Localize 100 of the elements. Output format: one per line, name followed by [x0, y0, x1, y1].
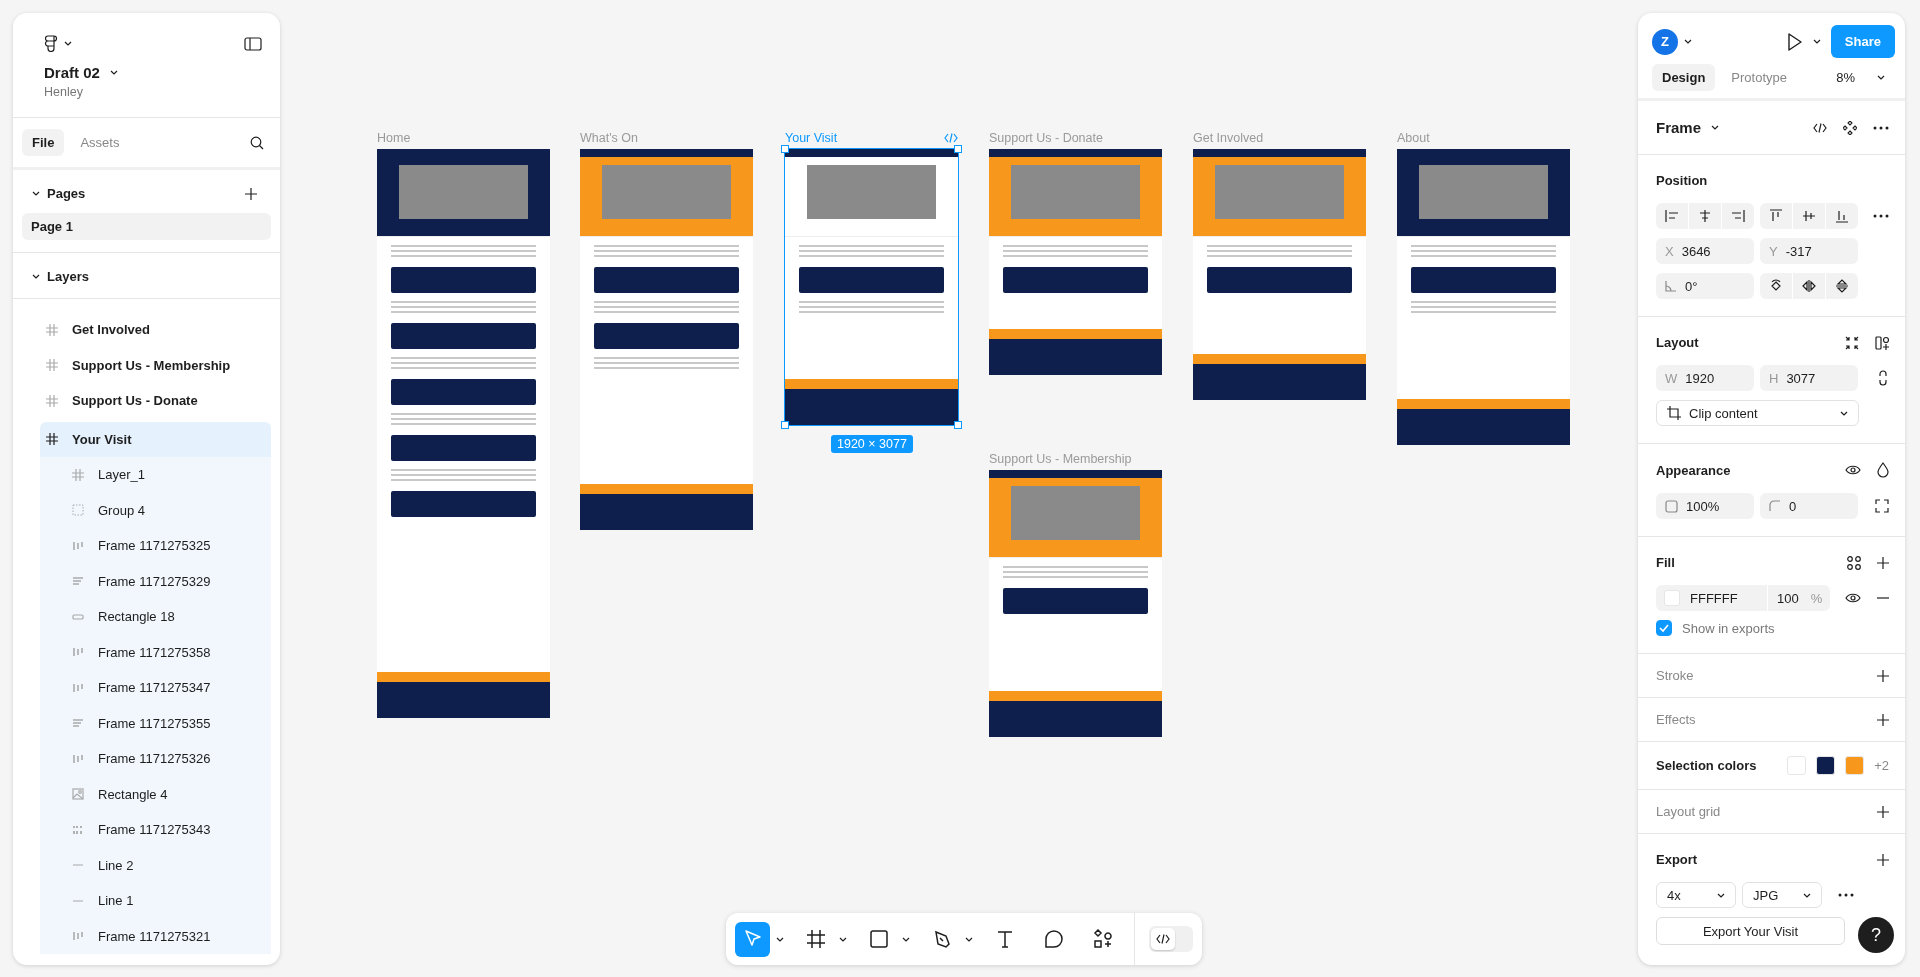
page-thumbnail-drawing[interactable]: [580, 149, 753, 530]
plus-icon[interactable]: [245, 187, 257, 200]
export-button[interactable]: Export Your Visit: [1656, 917, 1845, 945]
main-menu-button[interactable]: [44, 35, 72, 52]
align-middle-button[interactable]: [1793, 203, 1825, 229]
page-thumbnail-drawing[interactable]: [989, 149, 1162, 375]
panel-tab[interactable]: Prototype: [1721, 64, 1797, 91]
eye-icon[interactable]: [1845, 464, 1861, 476]
layer-item[interactable]: Frame 1171275321: [40, 918, 271, 954]
page-thumbnail-drawing[interactable]: [989, 470, 1162, 737]
layer-item[interactable]: Support Us - Membership: [40, 350, 271, 380]
plus-icon[interactable]: [1877, 805, 1889, 818]
zoom-dropdown[interactable]: 8%: [1836, 70, 1895, 85]
layer-item[interactable]: Frame 1171275326: [40, 741, 271, 777]
more-icon[interactable]: [1873, 214, 1889, 218]
layer-item[interactable]: Line 1: [40, 883, 271, 919]
layer-item[interactable]: Frame 1171275343: [40, 812, 271, 848]
panel-tab[interactable]: File: [22, 129, 65, 156]
chevron-down-icon[interactable]: [839, 936, 847, 942]
file-name-button[interactable]: Draft 02: [44, 64, 262, 81]
plus-icon[interactable]: [1877, 853, 1889, 866]
group-layer-icon: [72, 504, 84, 517]
align-top-button[interactable]: [1760, 203, 1792, 229]
plus-icon[interactable]: [1877, 556, 1889, 569]
drop-icon[interactable]: [1877, 462, 1889, 478]
play-icon[interactable]: [1786, 32, 1803, 51]
avatar[interactable]: Z: [1652, 28, 1678, 55]
x-field[interactable]: X 3646: [1656, 238, 1754, 264]
flip-vertical-button[interactable]: [1826, 273, 1858, 299]
align-right-button[interactable]: [1722, 203, 1754, 229]
corners-icon[interactable]: [1875, 499, 1889, 513]
page-thumbnail-drawing[interactable]: [377, 149, 550, 718]
layer-item[interactable]: Frame 1171275325: [40, 528, 271, 564]
section-title: Appearance: [1656, 462, 1731, 478]
export-format-dropdown[interactable]: JPG: [1742, 882, 1822, 908]
opacity-field[interactable]: 100%: [1656, 493, 1754, 519]
color-hex-field[interactable]: FFFFFF: [1656, 585, 1768, 611]
layer-type-dropdown[interactable]: Frame: [1656, 119, 1720, 136]
move-tool-button[interactable]: [735, 921, 770, 957]
more-icon[interactable]: [1838, 893, 1854, 897]
color-swatch[interactable]: [1845, 756, 1865, 775]
layer-item[interactable]: Rectangle 4: [40, 776, 271, 812]
layer-item[interactable]: Get Involved: [40, 315, 271, 344]
clip-content-dropdown[interactable]: Clip content: [1656, 400, 1859, 426]
layer-item[interactable]: Group 4: [40, 492, 271, 528]
eye-icon[interactable]: [1845, 592, 1861, 604]
flip-horizontal-button[interactable]: [1793, 273, 1825, 299]
rotate-button[interactable]: [1760, 273, 1792, 299]
layer-item[interactable]: Support Us - Donate: [40, 386, 271, 415]
layer-item[interactable]: Frame 1171275358: [40, 634, 271, 670]
sidebar-toggle-icon[interactable]: [244, 36, 262, 51]
layer-item[interactable]: Line 2: [40, 847, 271, 883]
chevron-down-icon[interactable]: [1812, 39, 1821, 44]
chevron-down-icon[interactable]: [902, 936, 910, 942]
color-swatch[interactable]: [1816, 756, 1836, 775]
search-icon[interactable]: [250, 135, 264, 150]
page-thumbnail-drawing[interactable]: [1397, 149, 1570, 445]
section-toggle[interactable]: Pages: [32, 186, 86, 201]
layer-item[interactable]: Your Visit: [40, 421, 271, 457]
code-icon[interactable]: [1813, 122, 1827, 133]
fill-opacity-field[interactable]: 100 %: [1768, 585, 1823, 611]
layer-item[interactable]: Layer_1: [40, 457, 271, 493]
constrain-proportions-icon[interactable]: [1877, 370, 1889, 386]
corner-radius-field[interactable]: 0: [1760, 493, 1858, 519]
layer-item[interactable]: Rectangle 18: [40, 599, 271, 635]
panel-tab[interactable]: Design: [1652, 64, 1716, 91]
more-colors-count[interactable]: +2: [1874, 758, 1889, 773]
rotation-field[interactable]: 0°: [1656, 273, 1754, 299]
auto-layout-icon[interactable]: [1875, 335, 1889, 350]
plus-icon[interactable]: [1877, 669, 1889, 682]
layer-item[interactable]: Frame 1171275329: [40, 563, 271, 599]
page-thumbnail-drawing[interactable]: [1193, 149, 1366, 400]
section-toggle[interactable]: Layers: [32, 269, 89, 284]
plus-icon[interactable]: [1877, 713, 1889, 726]
styles-icon[interactable]: [1847, 555, 1861, 570]
page-item[interactable]: Page 1: [22, 213, 271, 240]
align-left-button[interactable]: [1656, 203, 1688, 229]
export-scale-dropdown[interactable]: 4x: [1656, 882, 1736, 908]
checkbox[interactable]: [1656, 620, 1672, 636]
component-icon[interactable]: [1843, 120, 1857, 135]
collapse-icon[interactable]: [1845, 335, 1859, 350]
align-center-button[interactable]: [1689, 203, 1721, 229]
code-icon[interactable]: [1156, 934, 1170, 944]
chevron-down-icon[interactable]: [1684, 39, 1692, 44]
more-icon[interactable]: [1873, 125, 1889, 130]
height-field[interactable]: H 3077: [1760, 365, 1858, 391]
panel-tab[interactable]: Assets: [70, 129, 130, 156]
layer-item[interactable]: Frame 1171275347: [40, 670, 271, 706]
y-field[interactable]: Y -317: [1760, 238, 1858, 264]
section-title: Export: [1656, 852, 1698, 867]
grid-layer-icon: [72, 823, 84, 836]
frame-icon: [805, 929, 826, 949]
chevron-down-icon[interactable]: [965, 936, 973, 942]
section-title: Effects: [1656, 712, 1696, 727]
color-swatch[interactable]: [1787, 756, 1807, 775]
width-field[interactable]: W 1920: [1656, 365, 1754, 391]
dev-mode-toggle[interactable]: [1149, 926, 1193, 952]
layer-item[interactable]: Frame 1171275355: [40, 705, 271, 741]
align-bottom-button[interactable]: [1826, 203, 1858, 229]
chevron-down-icon[interactable]: [776, 936, 784, 942]
